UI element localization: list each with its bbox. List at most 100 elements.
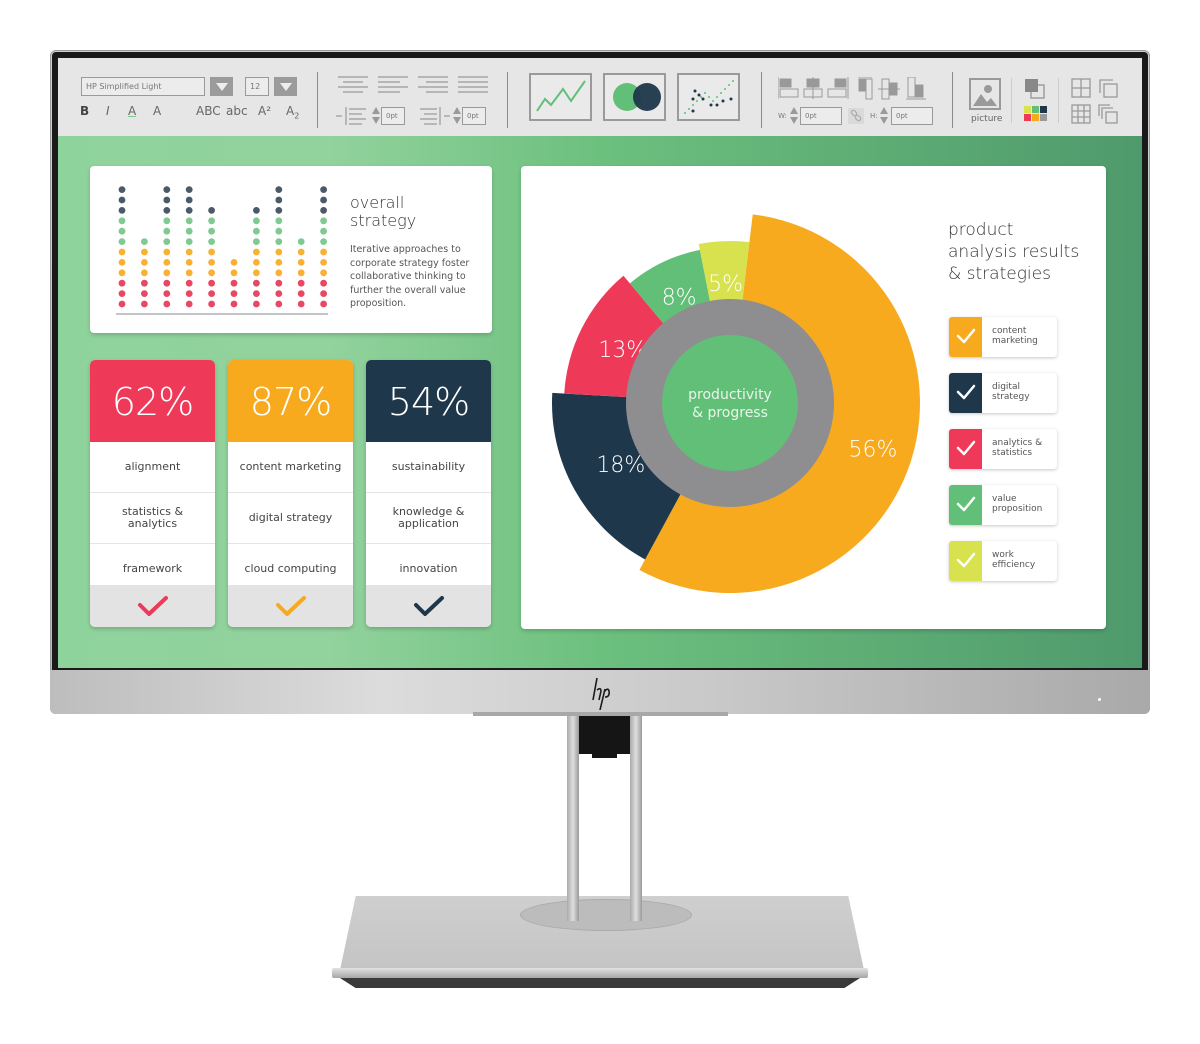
overall-strategy-title: overall strategy <box>350 194 416 230</box>
dot <box>297 238 305 245</box>
align-top-left-icon[interactable] <box>778 77 799 99</box>
dot <box>253 269 260 277</box>
font-name-dropdown-button[interactable] <box>210 77 233 96</box>
dot <box>185 207 193 214</box>
dot <box>163 300 171 308</box>
dot-column <box>320 186 327 308</box>
underline-button[interactable]: A <box>128 104 136 118</box>
dot <box>118 300 126 308</box>
align-middle-icon[interactable] <box>878 78 900 100</box>
dot <box>163 207 171 214</box>
legend-label-line1: digital <box>992 382 1020 392</box>
legend-swatch <box>949 541 982 581</box>
donut-center-label-line1: productivity <box>688 387 772 403</box>
uppercase-button[interactable]: ABC <box>196 104 221 118</box>
dot <box>230 279 238 287</box>
indent-left-stepper[interactable] <box>372 107 380 125</box>
height-label: H: <box>870 112 878 120</box>
italic-button[interactable]: I <box>106 104 110 118</box>
dot <box>320 238 327 245</box>
color-palette-icon[interactable] <box>1024 106 1048 122</box>
align-center-icon[interactable] <box>338 76 368 93</box>
legend-item[interactable]: digital strategy <box>949 373 1057 413</box>
link-icon <box>850 109 862 122</box>
line-chart-button[interactable] <box>529 73 592 121</box>
grid-3x3-icon[interactable] <box>1071 104 1091 124</box>
legend-label: value proposition <box>992 494 1042 514</box>
width-stepper[interactable] <box>790 107 798 125</box>
height-stepper[interactable] <box>880 107 888 125</box>
dot <box>253 259 260 266</box>
stat-card-row: knowledge & application <box>366 493 491 544</box>
grid-2x2-icon[interactable] <box>1071 78 1091 98</box>
font-size-field[interactable]: 12 <box>245 77 269 96</box>
dot <box>253 227 260 235</box>
stat-card-footer[interactable] <box>90 585 215 627</box>
stat-card-row: statistics & analytics <box>90 493 215 544</box>
font-name-field[interactable]: HP Simplified Light <box>81 77 205 96</box>
align-justify-icon[interactable] <box>458 76 488 93</box>
dot <box>118 207 126 214</box>
legend-item[interactable]: content marketing <box>949 317 1057 357</box>
duplicate-icon[interactable] <box>1098 78 1118 98</box>
dot <box>163 259 171 266</box>
scatter-chart-button[interactable] <box>677 73 740 121</box>
align-top-right-icon[interactable] <box>827 77 849 99</box>
dot <box>253 279 260 287</box>
legend-item[interactable]: analytics & statistics <box>949 429 1057 469</box>
stat-card-row: content marketing <box>228 442 353 493</box>
arrange-front-icon[interactable] <box>1024 78 1046 100</box>
text-outline-button[interactable]: A <box>153 104 161 118</box>
legend-label-line1: value <box>992 494 1017 504</box>
legend-item[interactable]: value proposition <box>949 485 1057 525</box>
align-top-center-icon[interactable] <box>803 77 823 99</box>
dot <box>208 290 215 297</box>
dot <box>320 279 327 287</box>
dot <box>141 238 148 245</box>
dot <box>275 238 283 245</box>
dot <box>163 248 171 256</box>
indent-right-stepper[interactable] <box>453 107 461 125</box>
lowercase-button[interactable]: abc <box>226 104 248 118</box>
bold-button[interactable]: B <box>80 104 89 118</box>
legend-item[interactable]: work efficiency <box>949 541 1057 581</box>
superscript-button[interactable]: A² <box>258 104 271 118</box>
stand-base-edge <box>332 968 868 978</box>
stat-card-footer[interactable] <box>366 585 491 627</box>
dot <box>208 259 215 266</box>
dot <box>297 290 305 297</box>
picture-label: picture <box>971 114 1003 124</box>
dot <box>118 248 126 256</box>
hp-logo-icon <box>592 677 610 710</box>
stat-card-footer[interactable] <box>228 585 353 627</box>
indent-left-field[interactable]: 0pt <box>381 107 405 125</box>
dot <box>253 248 260 256</box>
legend-label: digital strategy <box>992 382 1030 402</box>
align-left-top-icon[interactable] <box>858 77 873 100</box>
donut-chart: 56%18%13%8%5%productivity& progress <box>552 214 921 593</box>
align-right-icon[interactable] <box>418 76 448 93</box>
dot <box>230 259 238 266</box>
height-field[interactable]: 0pt <box>891 107 933 125</box>
stat-card: 54% sustainability knowledge & application… <box>366 360 491 627</box>
dot-column <box>118 186 126 308</box>
dot <box>275 186 283 193</box>
legend-label-line2: efficiency <box>992 560 1036 570</box>
dot <box>163 279 171 287</box>
dot <box>141 300 148 308</box>
dot <box>118 269 126 277</box>
lock-aspect-button[interactable] <box>848 108 864 124</box>
subscript-button[interactable]: A2 <box>286 104 299 120</box>
dot-column <box>185 186 193 308</box>
font-size-dropdown-button[interactable] <box>274 77 297 96</box>
dot <box>275 207 283 214</box>
align-bottom-icon[interactable] <box>906 77 926 100</box>
product-analysis-title-line2: analysis results <box>948 242 1080 262</box>
stack-icon[interactable] <box>1098 104 1118 124</box>
venn-chart-button[interactable] <box>603 73 666 121</box>
insert-picture-button[interactable] <box>969 78 1001 110</box>
dot <box>275 196 283 204</box>
align-left-icon[interactable] <box>378 76 408 93</box>
indent-right-field[interactable]: 0pt <box>462 107 486 125</box>
width-field[interactable]: 0pt <box>800 107 842 125</box>
